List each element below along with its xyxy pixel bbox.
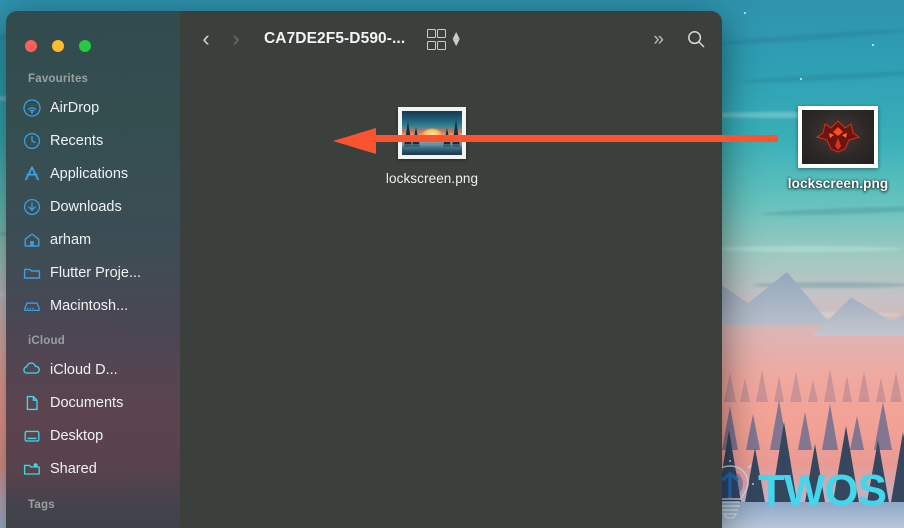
sidebar-item-label: Recents	[50, 132, 104, 149]
sidebar-item-downloads[interactable]: Downloads	[6, 190, 180, 223]
sidebar-item-desktop[interactable]: Desktop	[6, 419, 180, 452]
sidebar-item-label: AirDrop	[50, 99, 100, 116]
file-listing-area: lockscreen.png	[180, 67, 722, 528]
download-icon	[22, 197, 41, 216]
sidebar-item-label: arham	[50, 231, 92, 248]
file-item-lockscreen[interactable]: lockscreen.png	[376, 107, 488, 186]
toolbar-right-group: »	[653, 29, 706, 49]
applications-icon	[22, 164, 41, 183]
document-icon	[22, 393, 41, 412]
sidebar-item-recents[interactable]: Recents	[6, 124, 180, 157]
sidebar-item-label: Shared	[50, 460, 97, 477]
file-item-label: lockscreen.png	[385, 171, 479, 186]
thumbnail-sun	[421, 128, 443, 142]
sidebar-section-tags-title: Tags	[28, 499, 55, 511]
search-icon[interactable]	[686, 29, 706, 49]
chevron-updown-icon[interactable]: ▲ ▼	[450, 28, 462, 48]
finder-window: Favourites AirDrop Recents Applications …	[6, 11, 722, 528]
sidebar-item-label: Downloads	[50, 198, 122, 215]
sidebar-section-favourites-title: Favourites	[28, 73, 89, 85]
sunset-forest-thumbnail	[402, 111, 462, 155]
view-mode-control[interactable]: ▲ ▼	[427, 28, 462, 50]
sidebar-item-shared[interactable]: Shared	[6, 452, 180, 485]
forward-button[interactable]: ›	[230, 28, 242, 50]
harddisk-icon	[22, 296, 41, 315]
sidebar-item-label: Desktop	[50, 427, 104, 444]
grid-view-icon[interactable]	[427, 28, 447, 50]
sidebar-item-label: Applications	[50, 165, 129, 182]
sidebar-top-spacer	[6, 11, 180, 66]
more-options-button[interactable]: »	[653, 30, 664, 49]
sidebar-item-macintosh-hd[interactable]: Macintosh...	[6, 289, 180, 322]
desktop-icon	[22, 426, 41, 445]
desktop-icon-label: lockscreen.png	[787, 176, 889, 191]
sidebar-item-documents[interactable]: Documents	[6, 386, 180, 419]
dark-red-demon-thumbnail	[802, 110, 874, 164]
shared-folder-icon	[22, 459, 41, 478]
navigation-buttons: ‹ ›	[200, 28, 242, 50]
watermark: TWOS	[706, 456, 887, 526]
close-button[interactable]	[25, 40, 37, 52]
finder-toolbar: ‹ › CA7DE2F5-D590-... ▲ ▼ »	[180, 11, 722, 67]
wallpaper-right-strip	[722, 0, 904, 528]
sidebar-item-airdrop[interactable]: AirDrop	[6, 91, 180, 124]
home-icon	[22, 230, 41, 249]
sidebar-item-applications[interactable]: Applications	[6, 157, 180, 190]
sidebar-item-label: Flutter Proje...	[50, 264, 142, 281]
demon-face-icon	[815, 120, 861, 153]
sidebar-item-label: Macintosh...	[50, 297, 129, 314]
finder-sidebar: Favourites AirDrop Recents Applications …	[6, 11, 180, 528]
sidebar-section-icloud-title: iCloud	[28, 335, 65, 347]
sidebar-item-label: Documents	[50, 394, 124, 411]
maximize-button[interactable]	[79, 40, 91, 52]
finder-content: ‹ › CA7DE2F5-D590-... ▲ ▼ » lockscreen.p…	[180, 11, 722, 528]
screen: lockscreen.png TWOS Favourites AirDrop R…	[0, 0, 904, 528]
airdrop-icon	[22, 98, 41, 117]
page-title: CA7DE2F5-D590-...	[264, 30, 406, 47]
back-button[interactable]: ‹	[200, 28, 212, 50]
sidebar-item-home[interactable]: arham	[6, 223, 180, 256]
folder-icon	[22, 263, 41, 282]
desktop-icon-lockscreen[interactable]: lockscreen.png	[778, 106, 898, 191]
traffic-lights	[25, 40, 91, 52]
watermark-text: TWOS	[758, 466, 887, 515]
sidebar-item-label: iCloud D...	[50, 361, 118, 378]
desktop-icon-thumbnail-frame	[798, 106, 878, 168]
sidebar-item-icloud-drive[interactable]: iCloud D...	[6, 353, 180, 386]
file-thumbnail-frame	[398, 107, 466, 159]
cloud-icon	[22, 360, 41, 379]
sidebar-item-flutter-projects[interactable]: Flutter Proje...	[6, 256, 180, 289]
minimize-button[interactable]	[52, 40, 64, 52]
clock-icon	[22, 131, 41, 150]
